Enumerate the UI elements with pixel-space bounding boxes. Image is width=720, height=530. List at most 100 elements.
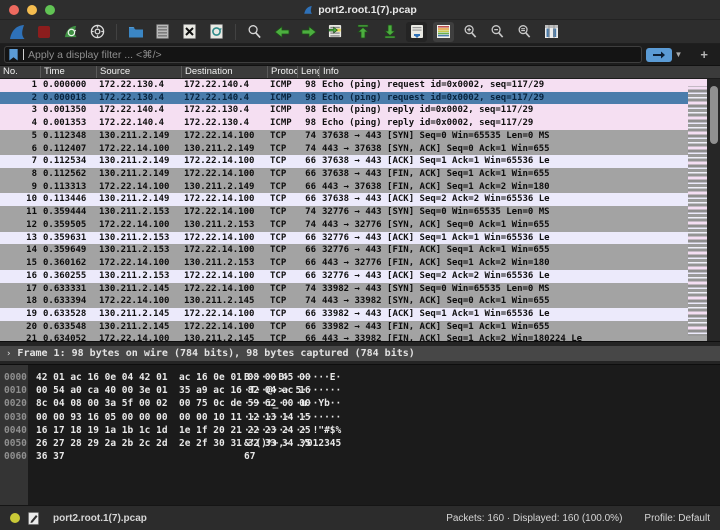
status-profile[interactable]: Profile: Default <box>644 513 710 524</box>
find-packet-icon[interactable] <box>244 22 265 42</box>
title-bar: port2.root.1(7).pcap <box>0 0 720 20</box>
hex-line[interactable]: 0060 36 37 67 <box>0 450 720 463</box>
packet-cell-time: 0.000000 <box>43 80 87 90</box>
packet-cell-source: 172.22.14.100 <box>99 219 170 230</box>
packet-cell-no: 3 <box>31 105 37 116</box>
hex-line[interactable]: 0050 26 27 28 29 2a 2b 2c 2d 2e 2f 30 31 … <box>0 437 720 450</box>
apply-filter-button[interactable] <box>646 47 673 62</box>
goto-packet-icon[interactable] <box>325 22 346 42</box>
packet-row[interactable]: 8 0.112562 130.211.2.149 172.22.14.100 TCP 66… <box>0 168 720 181</box>
hex-lines[interactable]: 0000 42 01 ac 16 0e 04 42 01 ac 16 0e 01 … <box>0 365 720 463</box>
packet-row[interactable]: 13 0.359631 130.211.2.153 172.22.14.100 TCP 6… <box>0 231 720 245</box>
packet-cell-info: 443 → 33982 [SYN, ACK] Seq=0 Ack=1 Win=6… <box>322 296 550 307</box>
column-header[interactable]: Destination <box>181 66 267 78</box>
next-packet-icon[interactable] <box>298 22 319 42</box>
packet-row[interactable]: 6 0.112407 172.22.14.100 130.211.2.149 TCP 74… <box>0 142 720 156</box>
scrollbar-thumb[interactable] <box>709 86 718 144</box>
resize-columns-icon[interactable] <box>541 22 562 42</box>
column-header[interactable]: Length <box>297 66 319 78</box>
hex-line[interactable]: 0000 42 01 ac 16 0e 04 42 01 ac 16 0e 01 … <box>0 371 720 384</box>
capture-options-icon[interactable] <box>87 22 108 42</box>
expert-info-icon[interactable] <box>10 513 20 523</box>
filter-bookmark-icon[interactable] <box>8 48 19 61</box>
packet-cell-time: 0.113313 <box>43 181 87 192</box>
packet-cell-info: 32776 → 443 [FIN, ACK] Seq=1 Ack=1 Win=6… <box>322 245 550 256</box>
hex-line[interactable]: 0040 16 17 18 19 1a 1b 1c 1d 1e 1f 20 21 … <box>0 424 720 437</box>
packet-cell-no: 2 <box>31 92 37 103</box>
open-file-icon[interactable] <box>125 22 146 42</box>
packet-cell-time: 0.359631 <box>43 232 87 243</box>
packet-row[interactable]: 20 0.633548 130.211.2.145 172.22.14.100 TCP 6… <box>0 320 720 334</box>
add-filter-button[interactable]: + <box>700 47 708 62</box>
hex-line[interactable]: 0010 00 54 a0 ca 40 00 3e 01 35 a9 ac 16 … <box>0 384 720 397</box>
colorize-icon[interactable] <box>433 21 454 42</box>
packet-cell-protocol: TCP <box>270 245 287 256</box>
first-packet-icon[interactable] <box>352 22 373 42</box>
reload-file-icon[interactable] <box>206 22 227 42</box>
packet-row[interactable]: 11 0.359444 130.211.2.153 172.22.14.100 TCP 7… <box>0 206 720 219</box>
hex-line[interactable]: 0030 00 00 93 16 05 00 00 00 00 00 10 11 … <box>0 411 720 424</box>
packet-row[interactable]: 3 0.001350 172.22.140.4 172.22.130.4 ICMP 98 E… <box>0 104 720 118</box>
packet-cell-protocol: TCP <box>270 194 287 205</box>
packet-cell-protocol: TCP <box>270 156 287 167</box>
status-filename[interactable]: port2.root.1(7).pcap <box>53 513 147 524</box>
packet-list-scrollbar[interactable] <box>707 79 720 341</box>
hex-offset: 0020 <box>4 398 27 410</box>
packet-cell-source: 172.22.140.4 <box>99 105 165 116</box>
packet-cell-length: 74 <box>305 296 316 307</box>
packet-cell-info: Echo (ping) request id=0x0002, seq=117/2… <box>322 92 545 103</box>
packet-row[interactable]: 10 0.113446 130.211.2.149 172.22.14.100 TCP 6… <box>0 193 720 207</box>
packet-row[interactable]: 18 0.633394 172.22.14.100 130.211.2.145 TCP 7… <box>0 295 720 308</box>
save-file-icon[interactable] <box>152 22 173 42</box>
packet-list-minimap[interactable] <box>688 79 707 336</box>
hex-bytes: 42 01 ac 16 0e 04 42 01 ac 16 0e 01 08 0… <box>36 372 311 383</box>
auto-scroll-icon[interactable] <box>406 21 427 42</box>
packet-row[interactable]: 4 0.001353 172.22.140.4 172.22.130.4 ICMP 98 E… <box>0 117 720 130</box>
packet-cell-length: 98 <box>305 80 316 90</box>
column-header[interactable]: Time <box>40 66 96 78</box>
zoom-reset-icon[interactable] <box>514 22 535 42</box>
close-window-button[interactable] <box>9 4 19 15</box>
column-header[interactable]: Info <box>319 66 720 78</box>
filter-history-caret-icon[interactable]: ▼ <box>674 50 682 59</box>
packet-row[interactable]: 16 0.360255 130.211.2.153 172.22.14.100 TCP 6… <box>0 269 720 283</box>
column-header[interactable]: Source <box>96 66 181 78</box>
packet-row[interactable]: 17 0.633331 130.211.2.145 172.22.14.100 TCP 7… <box>0 282 720 296</box>
packet-row[interactable]: 2 0.000018 172.22.130.4 172.22.140.4 ICMP 98 E… <box>0 91 720 105</box>
close-file-icon[interactable] <box>179 22 200 42</box>
column-header[interactable]: No. <box>0 66 40 78</box>
packet-row[interactable]: 15 0.360162 172.22.14.100 130.211.2.153 TCP 6… <box>0 257 720 270</box>
packet-row[interactable]: 21 0.634052 172.22.14.100 130.211.2.145 TCP 6… <box>0 333 720 341</box>
packet-row[interactable]: 14 0.359649 130.211.2.153 172.22.14.100 TCP 6… <box>0 244 720 258</box>
packet-cell-protocol: TCP <box>270 169 287 180</box>
packet-cell-time: 0.112348 <box>43 130 87 141</box>
capture-comment-icon[interactable] <box>28 511 39 525</box>
packet-row[interactable]: 9 0.113313 172.22.14.100 130.211.2.149 TCP 66… <box>0 180 720 194</box>
packet-row[interactable]: 12 0.359505 172.22.14.100 130.211.2.153 TCP 7… <box>0 218 720 232</box>
hex-ascii: B·····B· ······E· <box>244 372 342 383</box>
frame-tree-item[interactable]: › Frame 1: 98 bytes on wire (784 bits), … <box>0 346 720 361</box>
toolbar-separator <box>116 23 117 40</box>
packet-row[interactable]: 7 0.112534 130.211.2.149 172.22.14.100 TCP 66… <box>0 155 720 169</box>
column-header[interactable]: Protocol <box>267 66 297 78</box>
packet-row[interactable]: 5 0.112348 130.211.2.149 172.22.14.100 TCP 74… <box>0 129 720 143</box>
packet-cell-destination: 130.211.2.149 <box>184 143 255 154</box>
zoom-in-icon[interactable] <box>460 22 481 42</box>
packet-row[interactable]: 1 0.000000 172.22.130.4 172.22.140.4 ICMP 98 E… <box>0 79 720 92</box>
minimize-window-button[interactable] <box>27 4 37 15</box>
maximize-window-button[interactable] <box>45 4 55 15</box>
packet-cell-protocol: TCP <box>270 321 287 332</box>
start-capture-icon[interactable] <box>6 22 27 42</box>
hex-line[interactable]: 0020 8c 04 08 00 3a 5f 00 02 00 75 0c de … <box>0 397 720 410</box>
expand-chevron-icon[interactable]: › <box>6 349 11 359</box>
display-filter-input[interactable]: Apply a display filter ... <⌘/> <box>4 46 643 63</box>
last-packet-icon[interactable] <box>379 22 400 42</box>
restart-capture-icon[interactable] <box>60 22 81 42</box>
packet-row[interactable]: 19 0.633528 130.211.2.145 172.22.14.100 TCP 6… <box>0 307 720 321</box>
packet-list-header[interactable]: No.TimeSourceDestinationProtocolLengthIn… <box>0 66 720 79</box>
previous-packet-icon[interactable] <box>271 22 292 42</box>
zoom-out-icon[interactable] <box>487 22 508 42</box>
packet-cell-time: 0.000018 <box>43 92 87 103</box>
packet-cell-destination: 172.22.140.4 <box>184 80 250 90</box>
stop-capture-icon[interactable] <box>33 22 54 42</box>
